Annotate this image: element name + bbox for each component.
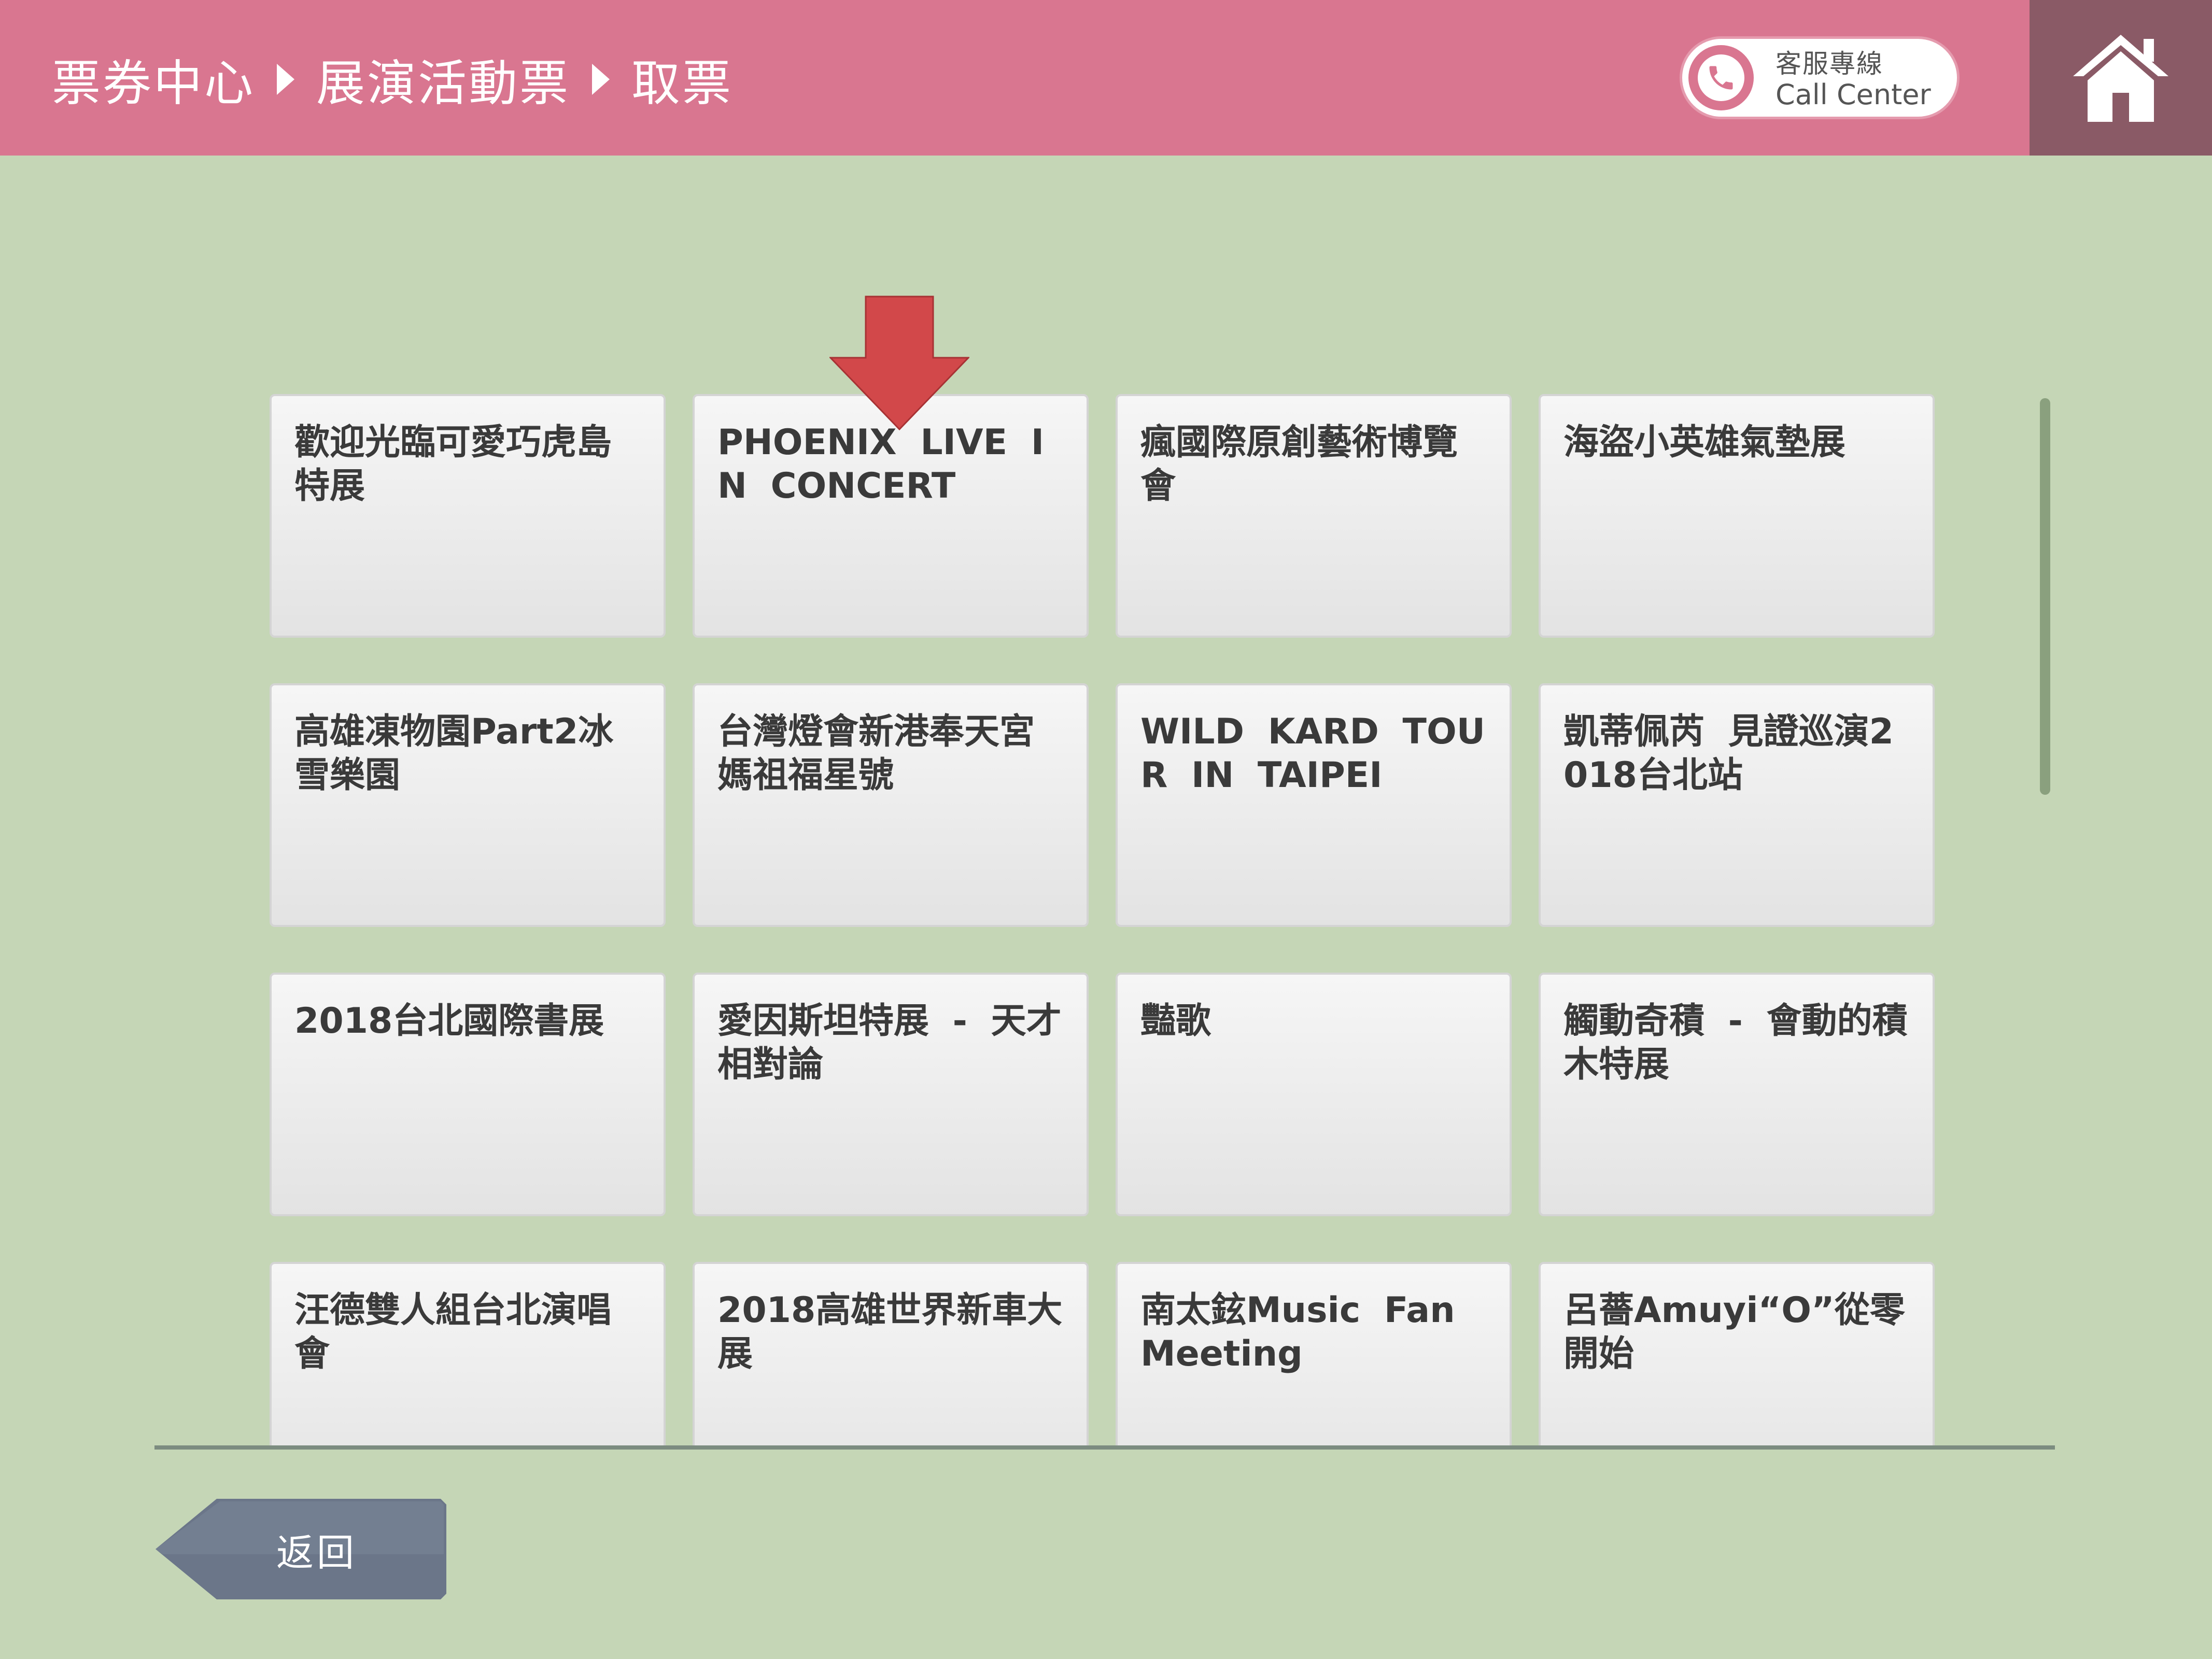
event-tile[interactable]: 高雄凍物園Part2冰雪樂園 xyxy=(270,683,666,927)
breadcrumb: 票券中心 展演活動票 取票 xyxy=(52,46,733,113)
home-icon xyxy=(2073,35,2168,122)
event-title: 呂薔Amuyi“O”從零開始 xyxy=(1563,1290,1905,1374)
phone-icon xyxy=(1688,45,1754,110)
event-tile[interactable]: 海盜小英雄氣墊展 xyxy=(1539,394,1935,638)
event-title: 歡迎光臨可愛巧虎島特展 xyxy=(294,422,612,507)
event-tile[interactable]: 觸動奇積 - 會動的積木特展 xyxy=(1539,973,1935,1216)
event-tile[interactable]: 豔歌 xyxy=(1116,973,1512,1216)
event-title: 瘋國際原創藝術博覽會 xyxy=(1140,422,1458,507)
event-title: 2018高雄世界新車大展 xyxy=(717,1290,1063,1374)
event-tile[interactable]: PHOENIX LIVE IN CONCERT xyxy=(693,394,1089,638)
header-bar: 票券中心 展演活動票 取票 客服專線 Call Center xyxy=(0,0,2212,156)
event-title: 海盜小英雄氣墊展 xyxy=(1563,422,1846,463)
breadcrumb-item-ticket-center: 票券中心 xyxy=(52,55,256,112)
event-title: 汪德雙人組台北演唱會 xyxy=(294,1290,612,1374)
event-tile[interactable]: 愛因斯坦特展 - 天才相對論 xyxy=(693,973,1089,1216)
event-tile[interactable]: 歡迎光臨可愛巧虎島特展 xyxy=(270,394,666,638)
pointer-arrow-icon xyxy=(829,296,969,430)
breadcrumb-separator-icon xyxy=(277,64,295,95)
divider xyxy=(154,1445,2055,1450)
event-tile[interactable]: 呂薔Amuyi“O”從零開始 xyxy=(1539,1262,1935,1446)
event-title: 南太鉉Music Fan Meeting xyxy=(1140,1290,1455,1374)
scrollbar-thumb[interactable] xyxy=(2040,398,2050,795)
call-center-label-zh: 客服專線 xyxy=(1776,49,1883,79)
event-tile[interactable]: WILD KARD TOUR IN TAIPEI xyxy=(1116,683,1512,927)
event-title: 愛因斯坦特展 - 天才相對論 xyxy=(717,1001,1062,1085)
event-title: WILD KARD TOUR IN TAIPEI xyxy=(1140,711,1485,796)
back-label: 返回 xyxy=(276,1530,357,1574)
event-title: 2018台北國際書展 xyxy=(294,1001,604,1042)
event-tile[interactable]: 台灣燈會新港奉天宮媽祖福星號 xyxy=(693,683,1089,927)
home-button[interactable] xyxy=(2030,0,2212,156)
event-title: PHOENIX LIVE IN CONCERT xyxy=(717,422,1045,507)
event-tile[interactable]: 2018高雄世界新車大展 xyxy=(693,1262,1089,1446)
event-tile[interactable]: 凱蒂佩芮 見證巡演2018台北站 xyxy=(1539,683,1935,927)
event-title: 觸動奇積 - 會動的積木特展 xyxy=(1563,1001,1908,1085)
event-tile[interactable]: 汪德雙人組台北演唱會 xyxy=(270,1262,666,1446)
call-center-button[interactable]: 客服專線 Call Center xyxy=(1680,36,1960,119)
breadcrumb-item-exhibition-tickets: 展演活動票 xyxy=(316,55,571,112)
breadcrumb-item-pickup: 取票 xyxy=(631,55,734,112)
event-title: 高雄凍物園Part2冰雪樂園 xyxy=(294,711,614,796)
event-tile[interactable]: 南太鉉Music Fan Meeting xyxy=(1116,1262,1512,1446)
event-grid: 歡迎光臨可愛巧虎島特展 PHOENIX LIVE IN CONCERT 瘋國際原… xyxy=(249,394,1960,1446)
event-title: 豔歌 xyxy=(1140,1001,1211,1042)
event-tile[interactable]: 瘋國際原創藝術博覽會 xyxy=(1116,394,1512,638)
back-button[interactable]: 返回 xyxy=(154,1497,448,1601)
event-title: 台灣燈會新港奉天宮媽祖福星號 xyxy=(717,711,1035,796)
breadcrumb-separator-icon xyxy=(592,64,610,95)
call-center-label-en: Call Center xyxy=(1776,78,1931,111)
event-title: 凱蒂佩芮 見證巡演2018台北站 xyxy=(1563,711,1894,796)
event-tile[interactable]: 2018台北國際書展 xyxy=(270,973,666,1216)
